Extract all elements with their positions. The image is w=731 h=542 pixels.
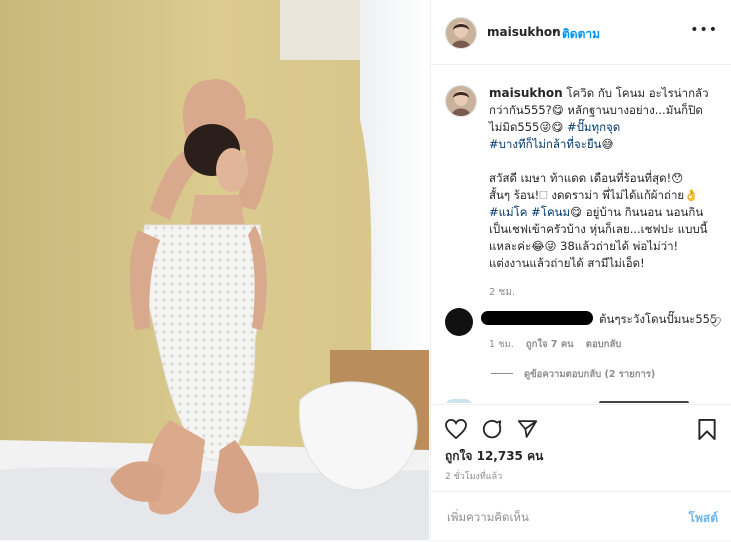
post-comment-button[interactable]: โพสต์ bbox=[689, 509, 718, 528]
comment-likes[interactable]: ถูกใจ 7 คน bbox=[526, 339, 574, 350]
separator-dot: • bbox=[551, 25, 559, 39]
caption-time[interactable]: 2 ชม. bbox=[489, 284, 721, 301]
comment-like-heart-icon[interactable] bbox=[710, 317, 721, 327]
comment-input[interactable] bbox=[445, 506, 659, 528]
caption-para2-line-4: เป็นเชฟเข้าครัวบ้าง หุ่นก็เลย...เชฟปะ แบ… bbox=[489, 222, 708, 236]
commenter-avatar-redacted[interactable] bbox=[445, 308, 473, 336]
post-photo[interactable] bbox=[0, 0, 429, 540]
caption-para2-line-6: แต่งงานแล้วถ่ายได้ สามีไม่เอ็ด! bbox=[489, 256, 645, 270]
avatar[interactable] bbox=[445, 17, 477, 49]
post-photo-illustration bbox=[0, 0, 429, 540]
caption-para2-line-3: 😋 อยู่บ้าน กินนอน นอนกิน bbox=[570, 205, 704, 219]
comments-scroll-area[interactable]: maisukhon โควิด กับ โคนม อะไรน่ากลัว กว่… bbox=[431, 65, 731, 403]
more-options-icon[interactable]: ••• bbox=[690, 22, 718, 38]
like-heart-icon[interactable] bbox=[445, 419, 467, 439]
add-comment-bar: โพสต์ bbox=[431, 491, 731, 542]
caption-avatar-image bbox=[446, 86, 476, 116]
caption-line-1: โควิด กับ โคนม อะไรน่ากลัว bbox=[566, 86, 709, 100]
avatar-image bbox=[446, 18, 476, 48]
post-header: maisukhon • ติดตาม ••• bbox=[431, 0, 731, 65]
comment-time[interactable]: 1 ชม. bbox=[489, 339, 514, 350]
comment-reply-button[interactable]: ตอบกลับ bbox=[586, 339, 622, 350]
post-caption: maisukhon โควิด กับ โคนม อะไรน่ากลัว กว่… bbox=[489, 85, 721, 301]
comment-bubble-icon[interactable] bbox=[481, 418, 503, 440]
post-time-ago[interactable]: 2 ชั่วโมงที่แล้ว bbox=[445, 469, 502, 483]
comment-meta: 1 ชม. ถูกใจ 7 คน ตอบกลับ bbox=[489, 337, 621, 352]
hashtag-link[interactable]: #บางทีก็ไม่กล้าที่จะยืน bbox=[489, 137, 601, 151]
replies-divider-line bbox=[491, 373, 513, 374]
commenter-username-redacted[interactable] bbox=[481, 311, 593, 325]
caption-avatar[interactable] bbox=[445, 85, 477, 117]
instagram-post-modal: maisukhon • ติดตาม ••• maisukhon โควิด ก… bbox=[0, 0, 731, 540]
post-side-panel: maisukhon • ติดตาม ••• maisukhon โควิด ก… bbox=[430, 0, 731, 540]
caption-para2-line-1: สวัสดี เมษา ท้าแดด เดือนที่ร้อนที่สุด!😯 bbox=[489, 171, 684, 185]
share-paper-plane-icon[interactable] bbox=[517, 419, 538, 439]
caption-emoji: 😅 bbox=[601, 137, 614, 151]
hashtag-link[interactable]: #โคนม bbox=[531, 205, 570, 219]
post-actions: ถูกใจ 12,735 คน 2 ชั่วโมงที่แล้ว โพสต์ bbox=[431, 404, 731, 541]
caption-line-2: กว่ากัน555?😋 หลักฐานบางอย่าง...มันก็ปิด bbox=[489, 103, 703, 117]
follow-button[interactable]: ติดตาม bbox=[562, 25, 600, 44]
hashtag-link[interactable]: #ปั๊มทุกจุด bbox=[567, 120, 620, 134]
comment-text: ต้นๆระวังโดนปั๊มนะ555 bbox=[599, 312, 718, 326]
next-commenter-avatar[interactable] bbox=[445, 399, 473, 403]
caption-line-3: ไม่มิด555😜😋 bbox=[489, 120, 567, 134]
caption-username[interactable]: maisukhon bbox=[489, 86, 563, 100]
next-comment-text-partial bbox=[599, 401, 689, 403]
likes-count[interactable]: ถูกใจ 12,735 คน bbox=[445, 447, 543, 466]
caption-para2-line-2: สั้นๆ ร้อน!🗆 งดดราม่า พี่ไม่ได้แก้ผ้าถ่า… bbox=[489, 188, 699, 202]
view-replies-button[interactable]: ดูข้อความตอบกลับ (2 รายการ) bbox=[524, 367, 655, 382]
hashtag-link[interactable]: #แม่โค bbox=[489, 205, 528, 219]
post-username[interactable]: maisukhon bbox=[487, 25, 561, 39]
save-bookmark-icon[interactable] bbox=[698, 419, 716, 440]
caption-para2-line-5: แหละค่ะ😂😜 38แล้วถ่ายได้ พ่อไม่ว่า! bbox=[489, 239, 679, 253]
